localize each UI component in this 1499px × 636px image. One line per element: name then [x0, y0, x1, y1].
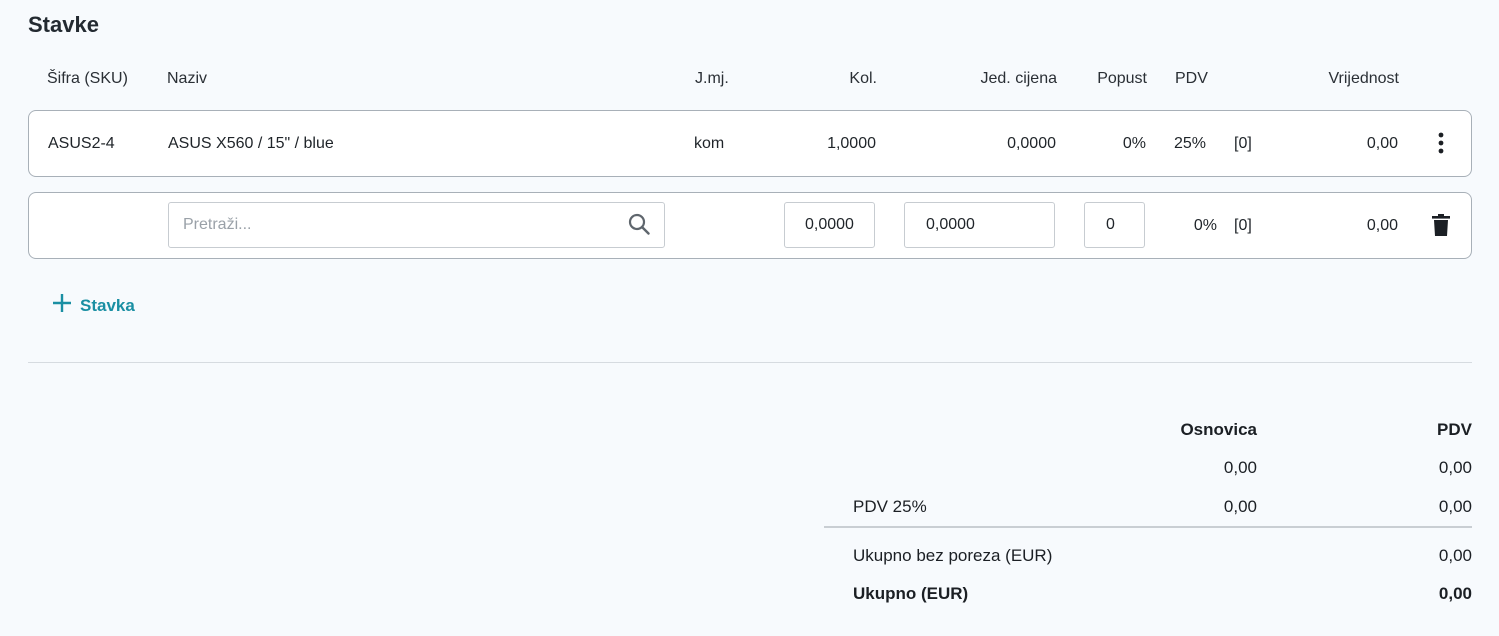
- section-title: Stavke: [28, 12, 99, 37]
- item-vat: 25%: [1174, 135, 1207, 152]
- item-row[interactable]: ASUS2-4 ASUS X560 / 15" / blue kom 1,000…: [28, 110, 1472, 177]
- item-discount: 0%: [1122, 135, 1146, 152]
- col-header-unit: J.mj.: [695, 70, 729, 87]
- more-options-icon[interactable]: [1429, 131, 1453, 155]
- item-name: ASUS X560 / 15" / blue: [168, 135, 334, 152]
- summary-divider: [824, 526, 1472, 528]
- col-header-vat: PDV: [1175, 70, 1208, 87]
- add-item-label: Stavka: [80, 295, 135, 315]
- col-header-discount: Popust: [1097, 70, 1147, 87]
- discount-input[interactable]: [1084, 202, 1145, 248]
- item-qty: 1,0000: [827, 135, 876, 152]
- summary-header-base: Osnovica: [1180, 420, 1257, 439]
- new-item-row: 0% [0] 0,00: [28, 192, 1472, 259]
- unit-price-input[interactable]: [904, 202, 1055, 248]
- summary-header-vat: PDV: [1437, 420, 1472, 439]
- summary-row-vat: 0,00: [1438, 497, 1472, 516]
- summary-row-base: 0,00: [1223, 497, 1257, 516]
- summary-row-vat: 0,00: [1438, 458, 1472, 477]
- new-item-vat: 0%: [1193, 217, 1217, 234]
- product-search-input[interactable]: [168, 202, 665, 248]
- item-unit: kom: [694, 135, 725, 152]
- new-item-value: 0,00: [1366, 217, 1398, 234]
- section-divider: [28, 362, 1472, 363]
- col-header-name: Naziv: [167, 70, 208, 87]
- search-icon[interactable]: [627, 212, 651, 236]
- new-item-vat-code: [0]: [1234, 217, 1252, 234]
- total-excl-tax-value: 0,00: [1438, 546, 1472, 565]
- col-header-sku: Šifra (SKU): [47, 70, 128, 87]
- col-header-value: Vrijednost: [1328, 70, 1399, 87]
- quantity-input[interactable]: [784, 202, 875, 248]
- item-sku: ASUS2-4: [48, 135, 115, 152]
- summary-row-label: PDV 25%: [853, 497, 927, 516]
- col-header-qty: Kol.: [849, 70, 877, 87]
- summary-row-base: 0,00: [1223, 458, 1257, 477]
- add-item-button[interactable]: Stavka: [52, 293, 135, 318]
- col-header-unit-price: Jed. cijena: [980, 70, 1058, 87]
- total-excl-tax-label: Ukupno bez poreza (EUR): [853, 546, 1053, 565]
- item-value: 0,00: [1366, 135, 1398, 152]
- total-value: 0,00: [1438, 584, 1472, 603]
- item-vat-code: [0]: [1234, 135, 1252, 152]
- total-label: Ukupno (EUR): [853, 584, 969, 603]
- plus-icon: [52, 293, 72, 318]
- trash-icon[interactable]: [1429, 213, 1453, 237]
- item-unit-price: 0,0000: [1007, 135, 1056, 152]
